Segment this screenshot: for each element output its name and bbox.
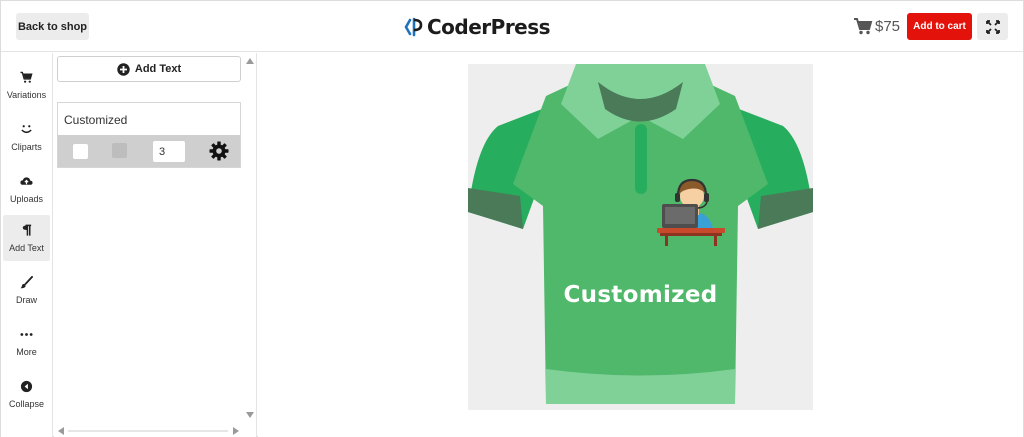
- tool-add-text[interactable]: Add Text: [3, 215, 50, 261]
- more-dots-icon: [20, 333, 33, 336]
- text-layer-card: Customized: [57, 102, 241, 168]
- cart-icon: [20, 71, 33, 83]
- text-layer-controls: [58, 135, 240, 167]
- tool-label: More: [16, 347, 37, 357]
- scroll-up-icon[interactable]: [246, 58, 254, 64]
- top-bar: Back to shop CoderPress $75 Add to cart: [1, 1, 1023, 52]
- tool-sidebar: Variations Cliparts Uploads Add Text Dra…: [1, 53, 53, 437]
- tool-label: Collapse: [8, 399, 45, 409]
- panel-horizontal-scrollbar[interactable]: [54, 425, 244, 437]
- tool-label: Draw: [15, 295, 37, 305]
- price: $75: [875, 18, 901, 35]
- tool-cliparts[interactable]: Cliparts: [3, 114, 50, 160]
- fullscreen-icon: [985, 19, 1000, 34]
- design-canvas-area: Customized: [258, 53, 1023, 437]
- logo: CoderPress: [403, 14, 551, 40]
- add-to-cart-button[interactable]: Add to cart: [907, 13, 972, 40]
- support-agent-icon: [657, 178, 725, 246]
- tool-more[interactable]: More: [3, 319, 50, 365]
- tool-label: Variations: [6, 90, 47, 100]
- tool-draw[interactable]: Draw: [3, 267, 50, 313]
- scroll-track[interactable]: [68, 430, 228, 432]
- smile-icon: [21, 125, 32, 134]
- polo-shirt-image: [468, 64, 813, 404]
- tool-label: Cliparts: [11, 142, 42, 152]
- scroll-down-icon[interactable]: [246, 412, 254, 418]
- tool-uploads[interactable]: Uploads: [3, 166, 50, 212]
- text-layer-input[interactable]: Customized: [58, 103, 240, 135]
- tool-variations[interactable]: Variations: [3, 62, 50, 108]
- scroll-right-icon[interactable]: [233, 427, 239, 435]
- stroke-color-swatch[interactable]: [112, 143, 127, 158]
- text-color-swatch[interactable]: [73, 144, 88, 159]
- app-frame: Back to shop CoderPress $75 Add to cart: [0, 0, 1024, 437]
- tool-label: Uploads: [9, 194, 44, 204]
- cloud-upload-icon: [20, 177, 33, 185]
- collapse-left-icon: [20, 380, 33, 393]
- logo-text: CoderPress: [427, 15, 551, 39]
- tool-label: Add Text: [9, 243, 44, 253]
- add-text-button[interactable]: Add Text: [57, 56, 241, 82]
- cart-icon: [854, 18, 873, 35]
- back-to-shop-button[interactable]: Back to shop: [16, 13, 89, 40]
- tool-collapse[interactable]: Collapse: [3, 371, 50, 417]
- plus-circle-icon: [117, 62, 130, 76]
- coderpress-logo-icon: [404, 17, 423, 37]
- custom-text-layer[interactable]: Customized: [468, 282, 813, 308]
- gear-icon[interactable]: [209, 141, 229, 161]
- panel-vertical-scrollbar[interactable]: [244, 53, 256, 425]
- pilcrow-icon: [22, 224, 32, 236]
- fullscreen-button[interactable]: [977, 13, 1008, 40]
- brush-icon: [20, 276, 33, 289]
- text-panel: Add Text Customized: [54, 53, 257, 437]
- stroke-width-input[interactable]: [153, 141, 185, 162]
- scroll-left-icon[interactable]: [58, 427, 64, 435]
- add-text-label: Add Text: [134, 63, 182, 75]
- design-canvas[interactable]: Customized: [468, 64, 813, 410]
